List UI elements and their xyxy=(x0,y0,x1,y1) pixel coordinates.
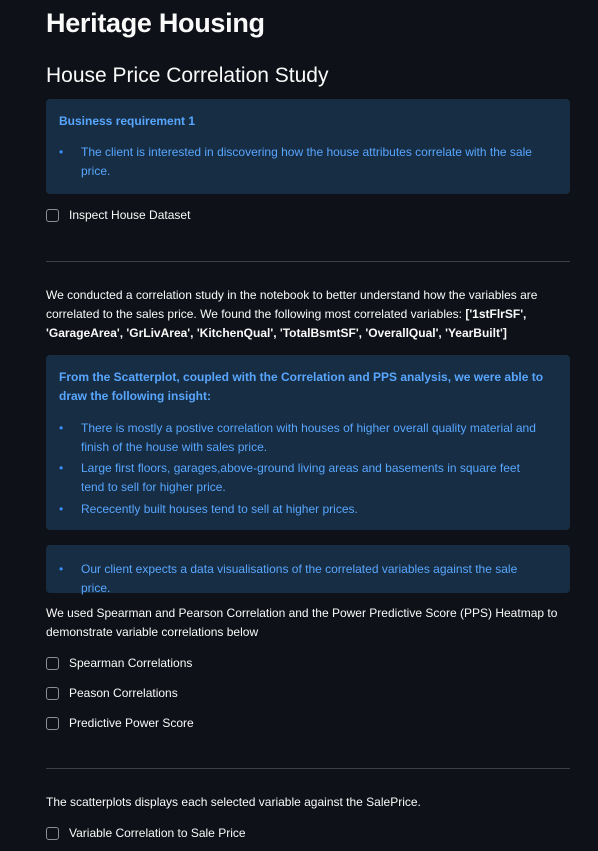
bullet-text: The client is interested in discovering … xyxy=(81,145,532,178)
business-requirement-box: Business requirement 1 • The client is i… xyxy=(46,99,570,194)
checkbox-label[interactable]: Spearman Correlations xyxy=(69,656,192,670)
divider xyxy=(46,261,570,262)
insight-title: From the Scatterplot, coupled with the C… xyxy=(59,370,544,403)
business-requirement-title: Business requirement 1 xyxy=(59,114,196,128)
pps-checkbox[interactable]: Predictive Power Score xyxy=(46,714,194,732)
scatter-paragraph: The scatterplots displays each selected … xyxy=(46,795,421,809)
client-bullet: • Our client expects a data visualisatio… xyxy=(59,560,544,598)
bullet-text: There is mostly a postive correlation wi… xyxy=(81,421,536,454)
checkbox-icon[interactable] xyxy=(46,826,59,840)
checkbox-icon[interactable] xyxy=(46,716,59,730)
bullet-dot-icon: • xyxy=(59,421,64,435)
checkbox-label[interactable]: Variable Correlation to Sale Price xyxy=(69,826,246,840)
divider xyxy=(46,768,570,769)
heatmap-paragraph: We used Spearman and Pearson Correlation… xyxy=(46,606,558,639)
checkbox-label[interactable]: Inspect House Dataset xyxy=(69,208,190,222)
insight-bullet-3: • Rececently built houses tend to sell a… xyxy=(59,500,544,519)
app-title: Heritage Housing xyxy=(46,8,265,38)
spearman-checkbox[interactable]: Spearman Correlations xyxy=(46,654,192,672)
checkbox-icon[interactable] xyxy=(46,656,59,670)
bullet-text: Our client expects a data visualisations… xyxy=(81,562,518,595)
inspect-dataset-checkbox[interactable]: Inspect House Dataset xyxy=(46,206,190,224)
checkbox-icon[interactable] xyxy=(46,208,59,222)
insight-box: From the Scatterplot, coupled with the C… xyxy=(46,355,570,530)
correlation-text: We conducted a correlation study in the … xyxy=(46,288,538,321)
bullet-text: Large first floors, garages,above-ground… xyxy=(81,461,520,494)
page: Heritage Housing House Price Correlation… xyxy=(0,0,598,851)
checkbox-icon[interactable] xyxy=(46,686,59,700)
bullet-text: Rececently built houses tend to sell at … xyxy=(81,502,358,516)
bullet-dot-icon: • xyxy=(59,145,64,159)
bullet-dot-icon: • xyxy=(59,562,64,576)
client-expectation-box: • Our client expects a data visualisatio… xyxy=(46,545,570,595)
checkbox-label[interactable]: Predictive Power Score xyxy=(69,716,194,730)
bullet-dot-icon: • xyxy=(59,461,64,475)
insight-bullet-2: • Large first floors, garages,above-grou… xyxy=(59,459,544,497)
correlation-paragraph: We conducted a correlation study in the … xyxy=(46,286,570,343)
variable-correlation-checkbox[interactable]: Variable Correlation to Sale Price xyxy=(46,824,246,842)
page-subtitle: House Price Correlation Study xyxy=(46,64,329,87)
business-requirement-bullet: • The client is interested in discoverin… xyxy=(59,143,544,181)
bullet-dot-icon: • xyxy=(59,502,64,516)
checkbox-label[interactable]: Peason Correlations xyxy=(69,686,178,700)
pearson-checkbox[interactable]: Peason Correlations xyxy=(46,684,178,702)
insight-bullet-1: • There is mostly a postive correlation … xyxy=(59,419,544,457)
